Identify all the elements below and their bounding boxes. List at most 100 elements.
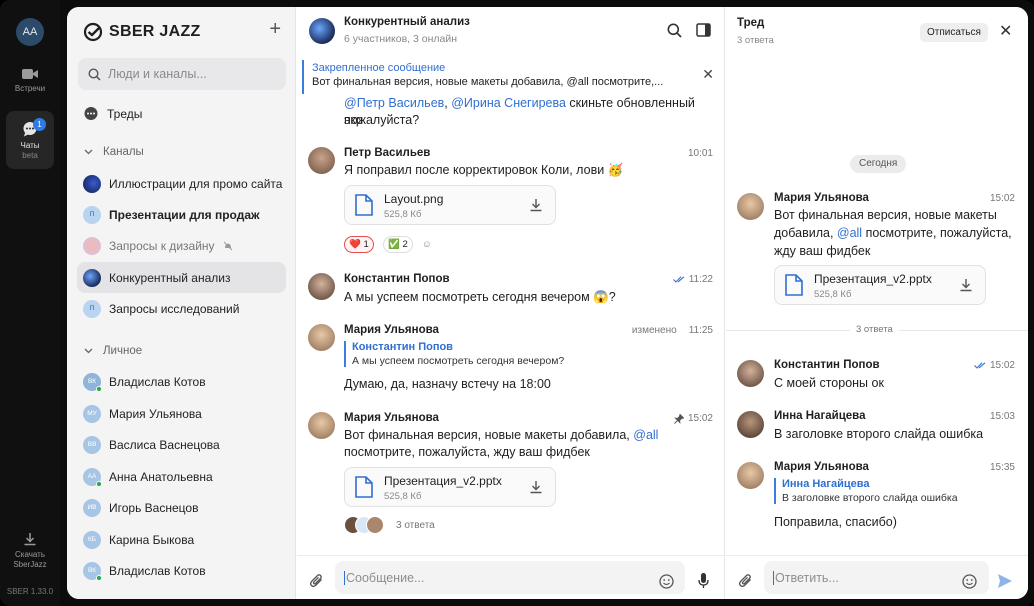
sidebar-item-person[interactable]: ИВ Игорь Васнецов	[77, 492, 286, 523]
sidebar: SBER JAZZ + Люди и каналы... Треды Канал…	[67, 7, 296, 599]
paperclip-icon[interactable]	[738, 573, 753, 588]
download-icon[interactable]	[529, 198, 543, 212]
close-icon[interactable]: ✕	[702, 66, 714, 83]
download-icon[interactable]	[959, 278, 973, 292]
message-text-part: посмотрите, пожалуйста, жду ваш фидбек	[344, 445, 590, 459]
message-author[interactable]: Мария Ульянова	[344, 412, 439, 424]
reaction-heart[interactable]: ❤️ 1	[344, 236, 374, 253]
thread-replies-avatars[interactable]	[344, 516, 386, 536]
mention[interactable]: @Ирина Снегирева	[451, 96, 566, 110]
channels-section-toggle[interactable]: Каналы	[84, 146, 144, 158]
message-author[interactable]: Константин Попов	[344, 273, 450, 285]
message-feed: @Петр Васильев, @Ирина Снегирева скиньте…	[297, 85, 725, 555]
avatar[interactable]	[737, 411, 764, 438]
sidebar-item-person[interactable]: МУ Мария Ульянова	[77, 398, 286, 429]
add-button[interactable]: +	[269, 19, 281, 39]
thread-replies-count[interactable]: 3 ответа	[396, 520, 435, 531]
chevron-down-icon	[84, 149, 93, 155]
edited-label: изменено	[631, 325, 677, 336]
sidebar-item-channel[interactable]: П Запросы исследований	[77, 293, 286, 324]
time-text: 15:02	[687, 413, 713, 424]
message-author[interactable]: Инна Нагайцева	[774, 410, 865, 422]
avatar[interactable]	[308, 147, 335, 174]
chat-title[interactable]: Конкурентный анализ	[344, 16, 470, 28]
message-author[interactable]: Петр Васильев	[344, 147, 430, 159]
sidebar-item-channel[interactable]: Запросы к дизайну	[77, 230, 286, 261]
pinned-message[interactable]: Закрепленное сообщение Вот финальная вер…	[302, 60, 720, 94]
chat-panel: Конкурентный анализ 6 участников, 3 онла…	[297, 7, 725, 599]
nav-chats[interactable]: 1 Чаты beta	[6, 111, 54, 169]
avatar[interactable]	[308, 273, 335, 300]
message-text: Я поправил после корректировок Коли, лов…	[344, 163, 624, 177]
download-icon[interactable]	[529, 480, 543, 494]
reply-input[interactable]: Ответить...	[764, 561, 989, 594]
message-input[interactable]: Сообщение...	[335, 561, 685, 594]
app-window: AA Встречи 1 Чаты beta Скачать SberJazz …	[0, 0, 1034, 606]
sidebar-item-threads[interactable]: Треды	[77, 98, 286, 129]
time-text: 11:25	[688, 325, 713, 336]
sidebar-item-channel-active[interactable]: Конкурентный анализ	[77, 262, 286, 293]
paperclip-icon[interactable]	[309, 573, 324, 588]
avatar[interactable]	[737, 360, 764, 387]
sidebar-item-channel[interactable]: Иллюстрации для промо сайта	[77, 168, 286, 199]
sidebar-search-input[interactable]: Люди и каналы...	[78, 58, 286, 90]
message-text: С моей стороны ок	[774, 376, 884, 390]
file-attachment[interactable]: Презентация_v2.pptx 525,8 Кб	[344, 467, 556, 507]
message-text: А мы успеем посмотреть сегодня вечером 😱…	[344, 290, 616, 304]
microphone-icon[interactable]	[698, 572, 709, 589]
message-author[interactable]: Константин Попов	[774, 359, 880, 371]
online-indicator	[96, 480, 102, 487]
message-author[interactable]: Мария Ульянова	[774, 461, 869, 473]
file-name: Презентация_v2.pptx	[384, 474, 502, 488]
sidebar-item-person[interactable]: КБ Карина Быкова	[77, 524, 286, 555]
mention[interactable]: @all	[837, 226, 862, 240]
download-app[interactable]: Скачать SberJazz	[6, 532, 54, 572]
unsubscribe-button[interactable]: Отписаться	[920, 23, 988, 42]
message-author[interactable]: Мария Ульянова	[774, 192, 869, 204]
sidebar-item-label: Владислав Котов	[109, 563, 206, 578]
person-avatar: МУ	[83, 404, 101, 423]
emoji-icon[interactable]	[962, 574, 977, 589]
reaction-check[interactable]: ✅ 2	[383, 236, 413, 253]
message-time: изменено 11:25	[632, 325, 713, 336]
main-panel: SBER JAZZ + Люди и каналы... Треды Канал…	[67, 7, 1028, 599]
file-size: 525,8 Кб	[384, 491, 422, 502]
avatar[interactable]	[737, 193, 764, 220]
personal-section-toggle[interactable]: Личное	[84, 345, 142, 357]
close-icon[interactable]: ✕	[999, 21, 1012, 41]
user-avatar[interactable]: AA	[16, 18, 44, 46]
nav-meetings[interactable]: Встречи	[6, 68, 54, 104]
add-reaction-icon[interactable]: ☺	[418, 236, 436, 253]
message-author[interactable]: Мария Ульянова	[344, 324, 439, 336]
sidebar-item-person[interactable]: ВК Владислав Котов	[77, 366, 286, 397]
sidebar-item-person[interactable]: ВВ Васлиса Васнецова	[77, 429, 286, 460]
sidebar-item-channel[interactable]: П Презентации для продаж	[77, 199, 286, 230]
emoji-icon[interactable]	[659, 574, 674, 589]
file-attachment[interactable]: Layout.png 525,8 Кб	[344, 185, 556, 225]
avatar[interactable]	[308, 412, 335, 439]
download-icon	[24, 533, 36, 546]
message-text: Думаю, да, назначу встечу на 18:00	[344, 377, 551, 391]
replies-divider-label: 3 ответа	[850, 324, 899, 335]
sidebar-item-person[interactable]: АА Анна Анатольевна	[77, 461, 286, 492]
message-time: 15:02	[974, 360, 1015, 371]
quoted-reply[interactable]: Инна Нагайцева В заголовке второго слайд…	[774, 478, 958, 504]
side-panel-icon[interactable]	[696, 23, 711, 37]
message-input-placeholder: Сообщение...	[346, 570, 425, 585]
quoted-reply[interactable]: Константин Попов А мы успеем посмотреть …	[344, 341, 564, 367]
file-attachment[interactable]: Презентация_v2.pptx 525,8 Кб	[774, 265, 986, 305]
sidebar-item-label: Конкурентный анализ	[109, 270, 231, 285]
mention[interactable]: @Петр Васильев	[344, 96, 444, 110]
search-icon[interactable]	[667, 23, 682, 38]
person-avatar: ИВ	[83, 498, 101, 517]
pinned-title: Закрепленное сообщение	[312, 62, 446, 74]
avatar[interactable]	[308, 324, 335, 351]
avatar-initials: ВК	[87, 378, 97, 385]
sidebar-item-label: Владислав Котов	[109, 374, 206, 389]
sidebar-item-label: Иллюстрации для промо сайта	[109, 176, 283, 191]
sidebar-item-person[interactable]: ВК Владислав Котов	[77, 555, 286, 586]
avatar[interactable]	[737, 462, 764, 489]
mention[interactable]: @all	[633, 428, 658, 442]
send-icon[interactable]	[997, 573, 1013, 589]
app-version: SBER 1.33.0	[6, 587, 54, 596]
